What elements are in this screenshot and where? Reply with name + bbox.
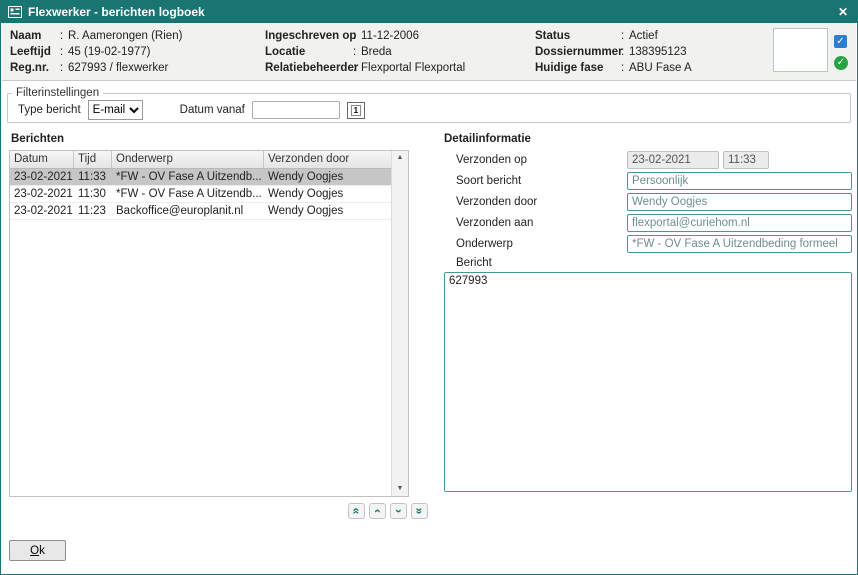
separator: : bbox=[353, 44, 361, 60]
verzonden-op-time-input[interactable] bbox=[723, 151, 769, 169]
column-header-verzonden-door[interactable]: Verzonden door bbox=[264, 151, 391, 168]
datum-vanaf-label: Datum vanaf bbox=[180, 104, 245, 116]
column-header-tijd[interactable]: Tijd bbox=[74, 151, 112, 168]
verzonden-door-label: Verzonden door bbox=[444, 196, 627, 208]
bericht-textarea[interactable]: 627993 bbox=[444, 272, 852, 492]
header-column-1: Naam:R. Aamerongen (Rien) Leeftijd:45 (1… bbox=[10, 28, 265, 80]
double-chevron-down-icon: » bbox=[414, 508, 426, 515]
cell-verzonden-door: Wendy Oogjes bbox=[264, 203, 391, 219]
cell-tijd: 11:33 bbox=[74, 169, 112, 185]
field-value: 138395123 bbox=[629, 44, 687, 60]
bericht-label: Bericht bbox=[456, 257, 492, 269]
cell-datum: 23-02-2021 bbox=[10, 169, 74, 185]
header-column-2: Ingeschreven op:11-12-2006 Locatie:Breda… bbox=[265, 28, 535, 80]
soort-bericht-label: Soort bericht bbox=[444, 175, 627, 187]
column-header-datum[interactable]: Datum bbox=[10, 151, 74, 168]
table-row[interactable]: 23-02-2021 11:30 *FW - OV Fase A Uitzend… bbox=[10, 186, 391, 203]
cell-onderwerp: *FW - OV Fase A Uitzendb... bbox=[112, 186, 264, 202]
datum-vanaf-input[interactable] bbox=[252, 101, 340, 119]
field-label: Leeftijd bbox=[10, 44, 60, 60]
verzonden-door-input[interactable] bbox=[627, 193, 852, 211]
verzonden-aan-label: Verzonden aan bbox=[444, 217, 627, 229]
verzonden-op-date-input[interactable] bbox=[627, 151, 719, 169]
field-value: Flexportal Flexportal bbox=[361, 60, 465, 76]
cell-verzonden-door: Wendy Oogjes bbox=[264, 186, 391, 202]
berichten-table: Datum Tijd Onderwerp Verzonden door 23-0… bbox=[9, 150, 409, 497]
cell-datum: 23-02-2021 bbox=[10, 203, 74, 219]
double-chevron-up-icon: « bbox=[351, 508, 363, 515]
window-icon bbox=[8, 6, 22, 18]
field-label: Naam bbox=[10, 28, 60, 44]
column-header-onderwerp[interactable]: Onderwerp bbox=[112, 151, 264, 168]
separator: : bbox=[353, 60, 361, 76]
cell-tijd: 11:23 bbox=[74, 203, 112, 219]
field-value: ABU Fase A bbox=[629, 60, 692, 76]
filter-legend: Filterinstellingen bbox=[12, 87, 103, 99]
verzonden-op-label: Verzonden op bbox=[444, 154, 627, 166]
scroll-up-arrow-icon[interactable]: ▲ bbox=[397, 154, 404, 162]
separator: : bbox=[60, 28, 68, 44]
chevron-up-icon: ‹ bbox=[372, 509, 384, 513]
cell-datum: 23-02-2021 bbox=[10, 186, 74, 202]
field-label: Dossiernummer bbox=[535, 44, 621, 60]
status-icons: ✓ ✓ bbox=[834, 28, 848, 80]
field-value: 11-12-2006 bbox=[361, 28, 419, 44]
detail-title: Detailinformatie bbox=[444, 133, 531, 145]
first-record-button[interactable]: « bbox=[348, 503, 365, 519]
cell-verzonden-door: Wendy Oogjes bbox=[264, 169, 391, 185]
next-record-button[interactable]: › bbox=[390, 503, 407, 519]
table-header-row: Datum Tijd Onderwerp Verzonden door bbox=[10, 151, 391, 169]
filter-fieldset: Filterinstellingen Type bericht E-mail D… bbox=[7, 87, 851, 123]
detail-fields: Verzonden op Soort bericht Verzonden doo… bbox=[444, 150, 852, 255]
header-column-3: Status:Actief Dossiernummer:138395123 Hu… bbox=[535, 28, 773, 80]
field-label: Relatiebeheerder bbox=[265, 60, 353, 76]
field-value: 45 (19-02-1977) bbox=[68, 44, 150, 60]
calendar-icon[interactable]: 1 bbox=[347, 102, 365, 119]
chevron-down-icon: › bbox=[393, 509, 405, 513]
separator: : bbox=[60, 60, 68, 76]
field-label: Ingeschreven op bbox=[265, 28, 353, 44]
soort-bericht-input[interactable] bbox=[627, 172, 852, 190]
table-row[interactable]: 23-02-2021 11:33 *FW - OV Fase A Uitzend… bbox=[10, 169, 391, 186]
dialog-flexwerker-berichten-logboek: Flexwerker - berichten logboek ✕ Naam:R.… bbox=[0, 0, 858, 575]
table-row[interactable]: 23-02-2021 11:23 Backoffice@europlanit.n… bbox=[10, 203, 391, 220]
record-header: Naam:R. Aamerongen (Rien) Leeftijd:45 (1… bbox=[2, 23, 856, 81]
field-label: Status bbox=[535, 28, 621, 44]
previous-record-button[interactable]: ‹ bbox=[369, 503, 386, 519]
type-bericht-select[interactable]: E-mail bbox=[88, 100, 143, 120]
separator: : bbox=[621, 28, 629, 44]
titlebar[interactable]: Flexwerker - berichten logboek ✕ bbox=[1, 1, 857, 23]
cell-onderwerp: Backoffice@europlanit.nl bbox=[112, 203, 264, 219]
separator: : bbox=[621, 60, 629, 76]
scrollbar-track[interactable] bbox=[392, 162, 408, 485]
last-record-button[interactable]: » bbox=[411, 503, 428, 519]
berichten-title: Berichten bbox=[11, 133, 64, 145]
field-label: Huidige fase bbox=[535, 60, 621, 76]
separator: : bbox=[60, 44, 68, 60]
field-label: Reg.nr. bbox=[10, 60, 60, 76]
field-value: 627993 / flexwerker bbox=[68, 60, 168, 76]
field-value: Breda bbox=[361, 44, 392, 60]
close-icon[interactable]: ✕ bbox=[836, 5, 850, 19]
checkbox-checked-icon[interactable]: ✓ bbox=[834, 35, 847, 48]
ok-button[interactable]: Ok bbox=[9, 540, 66, 561]
cell-tijd: 11:30 bbox=[74, 186, 112, 202]
status-ok-icon: ✓ bbox=[834, 56, 848, 70]
separator: : bbox=[621, 44, 629, 60]
record-navigation: « ‹ › » bbox=[348, 503, 428, 519]
photo-placeholder bbox=[773, 28, 828, 72]
onderwerp-input[interactable] bbox=[627, 235, 852, 253]
scroll-down-arrow-icon[interactable]: ▼ bbox=[397, 485, 404, 493]
separator: : bbox=[353, 28, 361, 44]
field-value: R. Aamerongen (Rien) bbox=[68, 28, 182, 44]
type-bericht-label: Type bericht bbox=[18, 104, 81, 116]
verzonden-aan-input[interactable] bbox=[627, 214, 852, 232]
cell-onderwerp: *FW - OV Fase A Uitzendb... bbox=[112, 169, 264, 185]
field-value: Actief bbox=[629, 28, 658, 44]
window-title: Flexwerker - berichten logboek bbox=[28, 5, 830, 19]
onderwerp-label: Onderwerp bbox=[444, 238, 627, 250]
field-label: Locatie bbox=[265, 44, 353, 60]
vertical-scrollbar[interactable]: ▲ ▼ bbox=[391, 151, 408, 496]
